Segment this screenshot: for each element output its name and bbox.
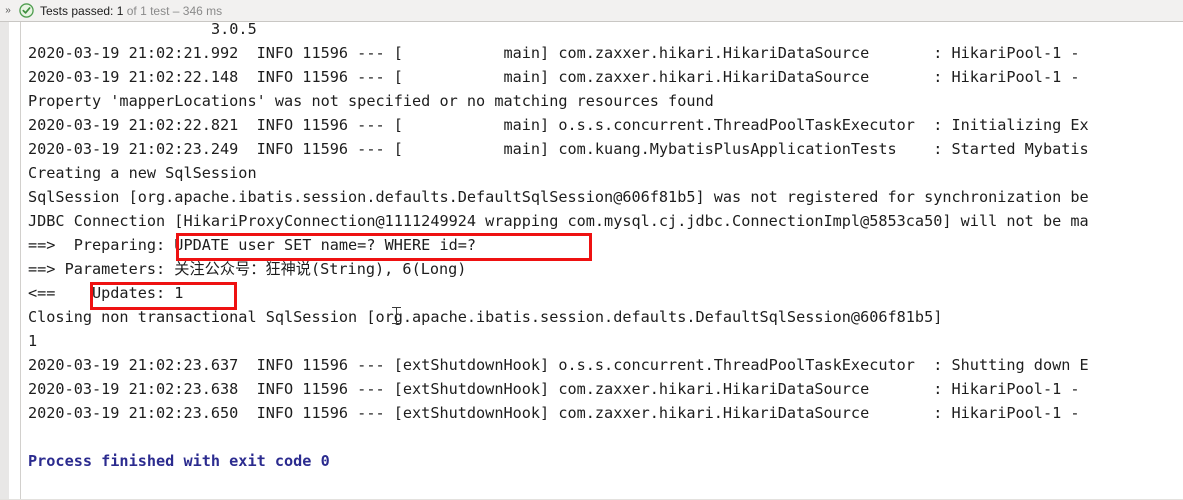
log-line: 2020-03-19 21:02:22.148 INFO 11596 --- [… xyxy=(28,68,1080,86)
log-line-sql-preparing: ==> Preparing: UPDATE user SET name=? WH… xyxy=(28,236,477,254)
tests-duration-separator: – xyxy=(172,3,180,18)
log-line: 2020-03-19 21:02:23.638 INFO 11596 --- [… xyxy=(28,380,1080,398)
expand-chevron-icon[interactable]: » xyxy=(1,5,15,16)
console-panel[interactable]: 3.0.5 2020-03-19 21:02:21.992 INFO 11596… xyxy=(0,22,1183,500)
log-line: 2020-03-19 21:02:22.821 INFO 11596 --- [… xyxy=(28,116,1089,134)
process-exit-line: Process finished with exit code 0 xyxy=(28,452,330,470)
log-line: Creating a new SqlSession xyxy=(28,164,257,182)
log-line: Closing non transactional SqlSession [or… xyxy=(28,308,943,326)
tests-passed-count: 1 xyxy=(116,3,124,18)
tests-passed-label: Tests passed: xyxy=(40,3,114,18)
test-status-bar: » Tests passed: 1 of 1 test – 346 ms xyxy=(0,0,1183,22)
log-line: JDBC Connection [HikariProxyConnection@1… xyxy=(28,212,1089,230)
log-line: 2020-03-19 21:02:23.650 INFO 11596 --- [… xyxy=(28,404,1080,422)
log-line: Property 'mapperLocations' was not speci… xyxy=(28,92,714,110)
test-passed-green-check-icon xyxy=(19,3,34,18)
tool-window-stripe xyxy=(0,22,9,500)
log-line: 2020-03-19 21:02:21.992 INFO 11596 --- [… xyxy=(28,44,1080,62)
log-line: 1 xyxy=(28,332,38,350)
log-line: 2020-03-19 21:02:23.637 INFO 11596 --- [… xyxy=(28,356,1089,374)
log-line: 2020-03-19 21:02:23.249 INFO 11596 --- [… xyxy=(28,140,1089,158)
tests-duration-label: 346 ms xyxy=(179,3,223,18)
console-output[interactable]: 3.0.5 2020-03-19 21:02:21.992 INFO 11596… xyxy=(21,22,1183,500)
banner-version-line: 3.0.5 xyxy=(211,22,257,38)
log-line-sql-updates: <== Updates: 1 xyxy=(28,284,184,302)
log-line-sql-parameters: ==> Parameters: 关注公众号：狂神说(String), 6(Lon… xyxy=(28,260,467,278)
log-line: SqlSession [org.apache.ibatis.session.de… xyxy=(28,188,1089,206)
tests-total-label: of 1 test xyxy=(123,3,173,18)
